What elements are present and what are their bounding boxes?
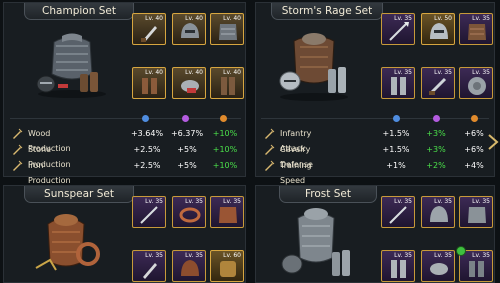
sword-icon <box>13 144 23 155</box>
gauntlet-icon <box>181 80 199 93</box>
chest-armor-icon <box>468 24 486 40</box>
blue-tier-dot <box>142 115 149 122</box>
equipment-slot-3[interactable]: Lv. 35 <box>459 13 493 45</box>
sunspear-set-panel[interactable]: Sunspear Set Lv. 35 Lv. 35 Lv. 35 Lv. 35… <box>3 185 246 283</box>
equipment-slot-5[interactable]: Lv. 35 <box>421 250 455 282</box>
sword-icon <box>265 144 275 155</box>
equipment-slot-3[interactable]: Lv. 40 <box>210 13 244 45</box>
equipment-slot-3[interactable]: Lv. 35 <box>210 196 244 228</box>
sword-icon <box>265 160 275 171</box>
leg-armor-icon <box>221 77 235 95</box>
equipment-slot-1[interactable]: Lv. 35 <box>381 196 415 228</box>
orange-tier-dot <box>471 115 478 122</box>
dagger-icon <box>141 26 157 42</box>
frost-set-panel[interactable]: Frost Set Lv. 35 Lv. 35 Lv. 35 Lv. 35 Lv… <box>255 185 495 283</box>
chest-armor-icon <box>219 24 237 40</box>
dagger-icon <box>143 263 157 279</box>
equipment-slot-2[interactable]: Lv. 50 <box>421 13 455 45</box>
gauntlet-icon <box>430 263 448 275</box>
sword-icon <box>13 160 23 171</box>
purple-tier-dot <box>433 115 440 122</box>
sword-item-icon <box>429 77 447 95</box>
set-title: Storm's Rage Set <box>271 3 383 20</box>
equipment-slot-4[interactable]: Lv. 35 <box>132 250 166 282</box>
equipment-slot-3[interactable]: Lv. 35 <box>459 196 493 228</box>
frost-armor-image <box>281 208 350 276</box>
equipment-slot-2[interactable]: Lv. 35 <box>421 196 455 228</box>
storms-rage-set-panel[interactable]: Storm's Rage Set Lv. 35 Lv. 50 Lv. 35 Lv… <box>255 2 495 185</box>
armor-piece-icon <box>220 261 236 277</box>
purple-tier-dot <box>182 115 189 122</box>
chest-armor-icon <box>219 207 237 223</box>
equipment-slot-2[interactable]: Lv. 40 <box>172 13 206 45</box>
equipment-slot-4[interactable]: Lv. 35 <box>381 67 415 99</box>
champion-set-panel[interactable]: Champion Set Lv. 40 Lv. 40 Lv. 40 Lv. 40… <box>3 2 246 185</box>
greaves-icon <box>391 260 406 278</box>
chevron-right-icon[interactable] <box>487 133 499 151</box>
storms-rage-armor-image <box>279 33 348 101</box>
equipment-slot-4[interactable]: Lv. 40 <box>132 67 166 99</box>
greaves-icon <box>391 77 406 95</box>
spear-icon <box>389 206 407 224</box>
equipment-slot-4[interactable]: Lv. 35 <box>381 250 415 282</box>
ring-icon <box>179 207 201 223</box>
set-title: Frost Set <box>279 186 377 203</box>
spear-icon <box>140 206 158 224</box>
blue-tier-dot <box>393 115 400 122</box>
helmet-icon <box>430 206 448 222</box>
shield-icon <box>468 77 486 95</box>
sword-icon <box>265 128 275 139</box>
spear-icon <box>389 22 409 41</box>
equipment-slot-1[interactable]: Lv. 35 <box>132 196 166 228</box>
tier-divider <box>261 113 489 125</box>
equipment-slot-6[interactable]: Lv. 40 <box>210 67 244 99</box>
equipment-slot-1[interactable]: Lv. 40 <box>132 13 166 45</box>
equipment-slot-5[interactable]: Lv. 40 <box>172 67 206 99</box>
orange-tier-dot <box>220 115 227 122</box>
equipment-slot-5[interactable]: Lv. 35 <box>172 250 206 282</box>
set-title: Champion Set <box>24 3 134 20</box>
upgrade-available-badge[interactable] <box>456 246 466 256</box>
set-title: Sunspear Set <box>24 186 134 203</box>
equipment-slot-1[interactable]: Lv. 35 <box>381 13 415 45</box>
equipment-slot-2[interactable]: Lv. 35 <box>172 196 206 228</box>
helmet-icon <box>181 23 199 38</box>
boots-icon <box>469 261 484 277</box>
sunspear-armor-image <box>35 214 100 271</box>
helmet-icon <box>430 23 448 39</box>
equipment-slot-5[interactable]: Lv. 35 <box>421 67 455 99</box>
sword-icon <box>13 128 23 139</box>
helmet-icon <box>181 260 199 276</box>
equipment-slot-6[interactable]: Lv. 35 <box>459 67 493 99</box>
champion-armor-image <box>36 33 106 98</box>
tier-divider <box>10 113 241 125</box>
equipment-slot-6[interactable]: Lv. 60 <box>210 250 244 282</box>
boots-icon <box>142 78 157 94</box>
chest-armor-icon <box>468 207 486 223</box>
